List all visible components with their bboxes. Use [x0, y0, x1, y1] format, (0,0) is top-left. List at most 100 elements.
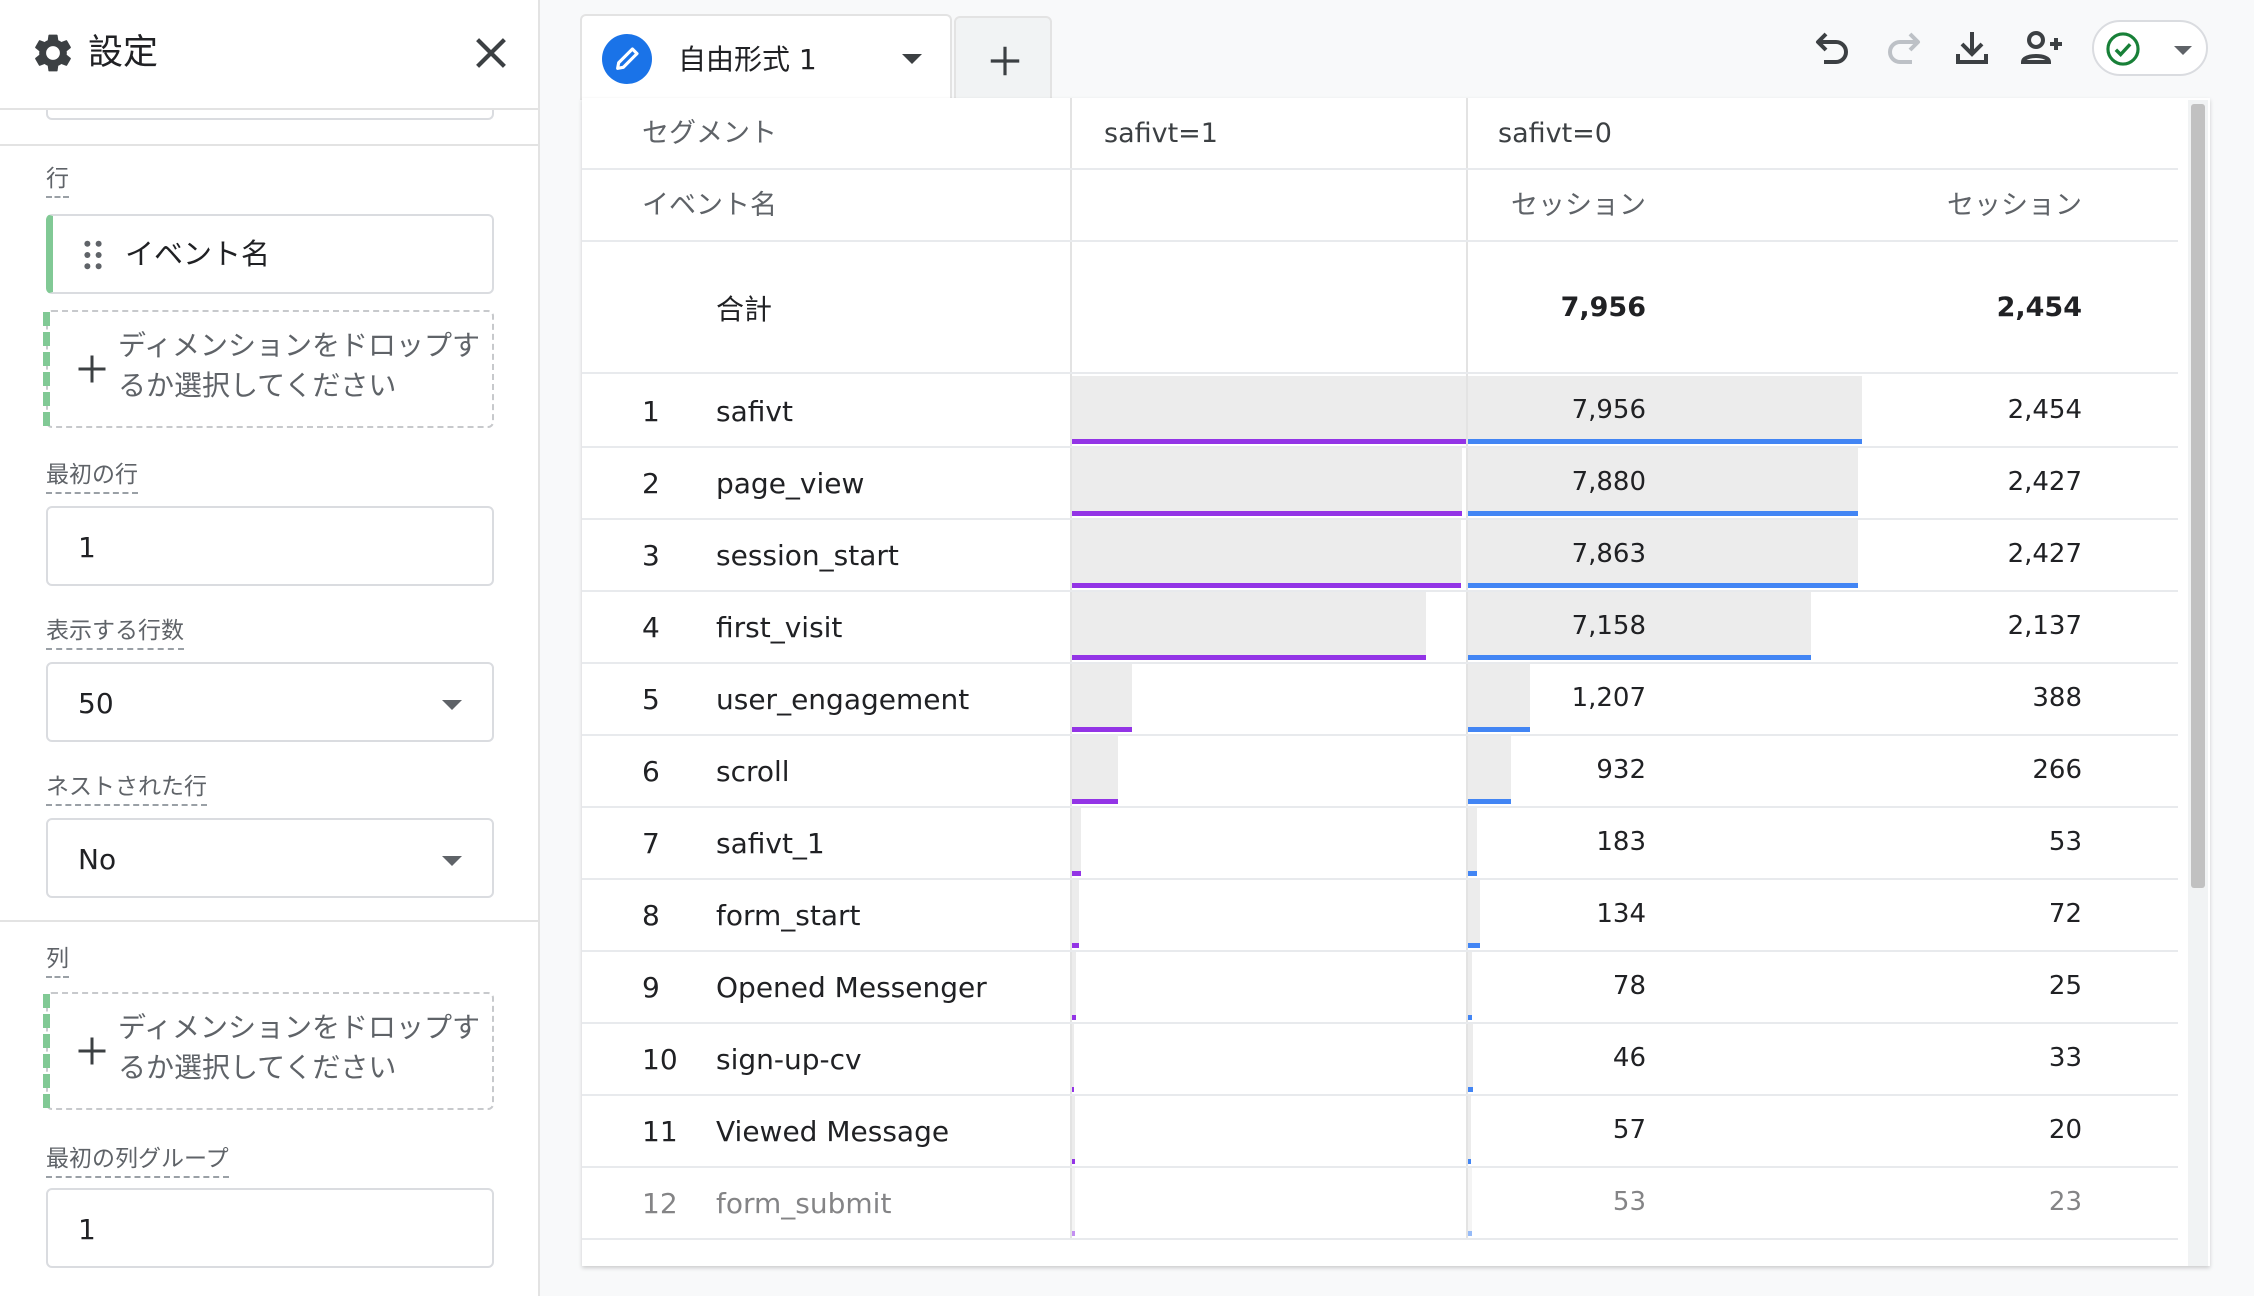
event-name[interactable]: Opened Messenger [716, 970, 987, 1006]
bar-segment-1 [1072, 1168, 1075, 1236]
row-dimension-drop-zone[interactable]: ディメンションをドロップするか選択してください [43, 310, 494, 428]
first-row-input[interactable]: 1 [46, 506, 494, 586]
sessions-value-1: 932 [1596, 755, 1646, 785]
tab-edit-button[interactable] [602, 34, 652, 84]
event-name[interactable]: sign-up-cv [716, 1042, 862, 1078]
first-row-label: 最初の行 [46, 460, 138, 494]
row-index: 1 [642, 395, 660, 428]
sessions-value-2: 25 [2048, 971, 2082, 1001]
bar-segment-1 [1072, 1024, 1074, 1092]
person-add-icon[interactable] [2018, 24, 2066, 72]
header-divider [582, 240, 2178, 242]
bar-segment-1 [1072, 952, 1076, 1020]
first-column-group-input[interactable]: 1 [46, 1188, 494, 1268]
sessions-value-2: 266 [2032, 755, 2082, 785]
event-name[interactable]: user_engagement [716, 682, 969, 718]
scrollbar-thumb[interactable] [2191, 104, 2205, 888]
total-value-1: 7,956 [1560, 292, 1646, 323]
bar-segment-1 [1072, 1096, 1075, 1164]
table-row[interactable]: 12 form_submit 53 23 [582, 1166, 2178, 1238]
event-name[interactable]: form_submit [716, 1186, 891, 1222]
bar-segment-1 [1072, 664, 1132, 732]
sessions-value-2: 23 [2048, 1187, 2082, 1217]
plus-icon [78, 1037, 106, 1065]
sessions-value-1: 46 [1612, 1043, 1646, 1073]
segment-name-2[interactable]: safivt=0 [1498, 116, 1612, 152]
table-row[interactable]: 10 sign-up-cv 46 33 [582, 1022, 2178, 1094]
sessions-value-2: 72 [2048, 899, 2082, 929]
rows-shown-select[interactable]: 50 [46, 662, 494, 742]
drag-handle-icon[interactable] [83, 240, 103, 270]
chevron-down-icon [442, 700, 462, 710]
bar-segment-1 [1072, 880, 1079, 948]
sessions-value-2: 53 [2048, 827, 2082, 857]
nested-rows-label: ネストされた行 [46, 772, 207, 806]
section-divider [0, 144, 538, 146]
redo-icon[interactable] [1880, 24, 1928, 72]
row-drop-placeholder: ディメンションをドロップするか選択してください [118, 329, 481, 402]
first-row-value: 1 [78, 531, 96, 564]
first-column-group-label: 最初の列グループ [46, 1144, 229, 1178]
row-index: 9 [642, 971, 660, 1004]
table-row[interactable]: 5 user_engagement 1,207 388 [582, 662, 2178, 734]
row-index: 11 [642, 1115, 678, 1148]
row-index: 5 [642, 683, 660, 716]
settings-header: 設定 [0, 0, 538, 110]
column-drop-placeholder: ディメンションをドロップするか選択してください [118, 1011, 481, 1084]
sessions-value-2: 2,454 [2007, 395, 2082, 425]
table-row[interactable]: 7 safivt_1 183 53 [582, 806, 2178, 878]
sessions-value-1: 78 [1612, 971, 1646, 1001]
sessions-value-1: 7,158 [1571, 611, 1646, 641]
nested-rows-select[interactable]: No [46, 818, 494, 898]
segment-name-1[interactable]: safivt=1 [1104, 116, 1218, 152]
table-row[interactable]: 3 session_start 7,863 2,427 [582, 518, 2178, 590]
row-index: 7 [642, 827, 660, 860]
table-row[interactable]: 1 safivt 7,956 2,454 [582, 374, 2178, 446]
event-name[interactable]: first_visit [716, 610, 842, 646]
chevron-down-icon[interactable] [902, 54, 922, 64]
metric-header-1[interactable]: セッション [1326, 188, 1646, 224]
total-value-2: 2,454 [1996, 292, 2082, 323]
sessions-value-1: 7,880 [1571, 467, 1646, 497]
row-chip-label: イベント名 [125, 237, 271, 271]
columns-section-label: 列 [46, 944, 69, 978]
add-tab-button[interactable] [954, 16, 1052, 100]
table-scrollbar[interactable] [2188, 100, 2208, 1266]
event-name[interactable]: safivt [716, 394, 793, 430]
status-menu-button[interactable] [2092, 20, 2208, 76]
row-index: 10 [642, 1043, 678, 1076]
table-row[interactable]: 6 scroll 932 266 [582, 734, 2178, 806]
tab-freeform-1[interactable]: 自由形式 1 [580, 14, 952, 100]
table-row[interactable]: 2 page_view 7,880 2,427 [582, 446, 2178, 518]
settings-panel: 設定 行 イベント名 ディメンションをドロップするか選択してください 最初の行 … [0, 0, 540, 1296]
table-row[interactable]: 11 Viewed Message 57 20 [582, 1094, 2178, 1166]
column-dimension-drop-zone[interactable]: ディメンションをドロップするか選択してください [43, 992, 494, 1110]
table-row[interactable]: 8 form_start 134 72 [582, 878, 2178, 950]
rows-shown-value: 50 [78, 687, 114, 720]
sessions-value-2: 388 [2032, 683, 2082, 713]
event-name[interactable]: form_start [716, 898, 861, 934]
row-index: 6 [642, 755, 660, 788]
table-row[interactable]: 4 first_visit 7,158 2,137 [582, 590, 2178, 662]
event-name[interactable]: session_start [716, 538, 899, 574]
sessions-value-1: 1,207 [1571, 683, 1646, 713]
download-icon[interactable] [1948, 24, 1996, 72]
row-index: 4 [642, 611, 660, 644]
row-dimension-chip[interactable]: イベント名 [46, 214, 494, 294]
sessions-value-1: 134 [1596, 899, 1646, 929]
undo-icon[interactable] [1808, 24, 1856, 72]
event-name[interactable]: safivt_1 [716, 826, 825, 862]
table-row[interactable]: 9 Opened Messenger 78 25 [582, 950, 2178, 1022]
sessions-value-2: 33 [2048, 1043, 2082, 1073]
event-name[interactable]: Viewed Message [716, 1114, 949, 1150]
event-name[interactable]: page_view [716, 466, 864, 502]
sessions-value-2: 20 [2048, 1115, 2082, 1145]
event-name[interactable]: scroll [716, 754, 790, 790]
close-icon[interactable] [468, 30, 514, 76]
metric-header-2[interactable]: セッション [1722, 188, 2082, 224]
first-column-group-value: 1 [78, 1213, 96, 1246]
panel-title: 設定 [88, 33, 159, 73]
header-divider [582, 168, 2178, 170]
dimension-header[interactable]: イベント名 [642, 188, 777, 224]
sessions-value-1: 183 [1596, 827, 1646, 857]
